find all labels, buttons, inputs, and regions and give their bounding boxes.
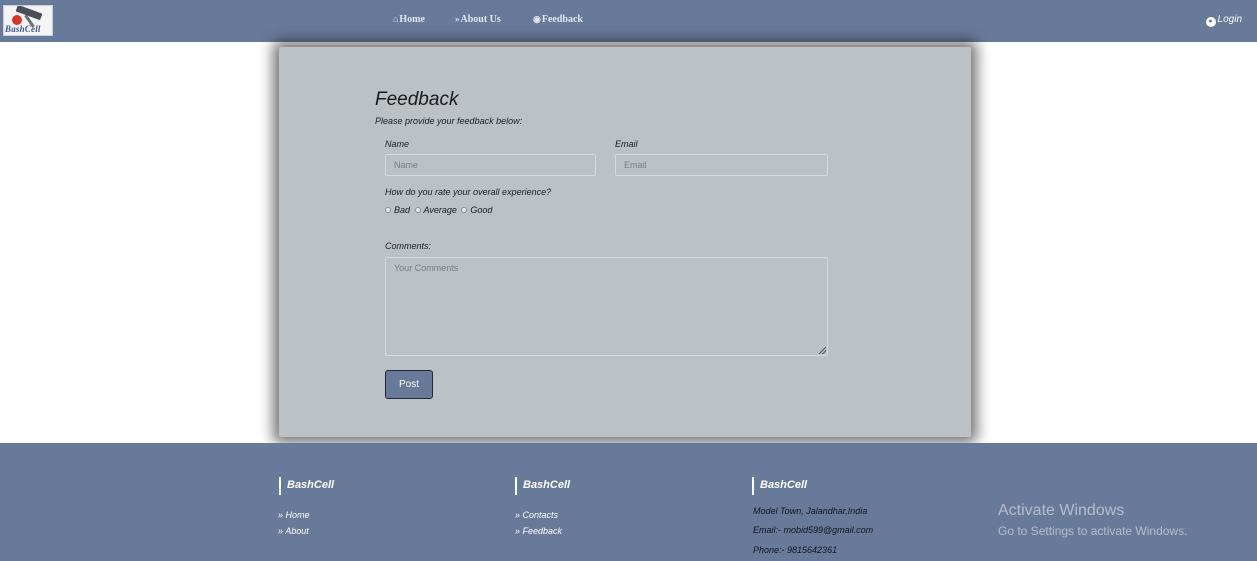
radio-icon (414, 207, 421, 213)
rating-bad-label: Bad (394, 205, 411, 215)
nav-feedback-label: Feedback (541, 14, 583, 25)
activate-windows-title: Activate Windows (998, 502, 1125, 519)
user-circle-icon: ● (1205, 17, 1216, 27)
footer-heading: BashCell (515, 477, 570, 495)
footer: BashCell » Home » About BashCell » Conta… (0, 443, 1257, 561)
footer-phone: Phone:- 9815642361 (753, 545, 838, 555)
bashcell-logo[interactable]: BashCell (3, 5, 53, 36)
feedback-card: Feedback Please provide your feedback be… (279, 47, 971, 437)
form-subtitle: Please provide your feedback below: (375, 116, 523, 126)
name-label: Name (385, 139, 410, 149)
resize-grip-icon[interactable] (819, 347, 826, 354)
nav-about-link[interactable]: »About Us (455, 14, 501, 25)
nav-feedback-link[interactable]: ◉Feedback (533, 14, 583, 25)
chevron-right-icon: » (515, 526, 521, 536)
footer-heading: BashCell (279, 477, 334, 495)
radio-icon (461, 207, 468, 213)
comments-placeholder: Your Comments (394, 263, 459, 273)
chevron-right-icon: » (278, 510, 284, 520)
footer-link-contacts[interactable]: » Contacts (515, 510, 558, 520)
footer-heading: BashCell (752, 477, 807, 495)
chevron-right-icon: » (515, 510, 521, 520)
double-chevron-icon: » (455, 14, 460, 24)
footer-link-label: Contacts (522, 510, 559, 520)
nav-home-link[interactable]: ⌂Home (393, 14, 425, 25)
rating-question: How do you rate your overall experience? (385, 187, 552, 197)
footer-link-home[interactable]: » Home (278, 510, 310, 520)
home-icon: ⌂ (393, 14, 399, 24)
post-button[interactable]: Post (385, 370, 433, 399)
rating-option-bad[interactable]: Bad (385, 205, 410, 215)
footer-link-label: About (285, 526, 309, 536)
top-navbar: BashCell ⌂Home »About Us ◉Feedback ● Logi… (0, 0, 1257, 42)
logo-text: BashCell (5, 24, 41, 34)
form-title: Feedback (375, 89, 459, 110)
comments-textarea[interactable]: Your Comments (385, 257, 828, 356)
name-input[interactable]: Name (385, 154, 596, 176)
nav-home-label: Home (399, 14, 425, 25)
comments-label: Comments: (385, 241, 432, 251)
rating-option-good[interactable]: Good (461, 205, 492, 215)
footer-link-label: Home (285, 510, 310, 520)
email-input[interactable]: Email (615, 154, 828, 176)
activate-windows-subtitle: Go to Settings to activate Windows. (998, 524, 1188, 538)
rating-good-label: Good (470, 205, 493, 215)
rating-option-average[interactable]: Average (414, 205, 457, 215)
radio-icon (385, 207, 391, 213)
footer-link-label: Feedback (522, 526, 563, 536)
footer-address: Model Town, Jalandhar,India (753, 506, 868, 516)
chevron-right-icon: » (278, 526, 284, 536)
login-link[interactable]: ● Login (1205, 14, 1242, 27)
footer-link-feedback[interactable]: » Feedback (515, 526, 562, 536)
feedback-icon: ◉ (533, 14, 541, 24)
email-label: Email (615, 139, 638, 149)
footer-email: Email:- mobid599@gmail.com (753, 525, 874, 535)
login-label: Login (1217, 14, 1242, 25)
nav-about-label: About Us (460, 14, 501, 25)
footer-link-about[interactable]: » About (278, 526, 309, 536)
rating-average-label: Average (423, 205, 457, 215)
rating-options: Bad Average Good (385, 205, 494, 215)
